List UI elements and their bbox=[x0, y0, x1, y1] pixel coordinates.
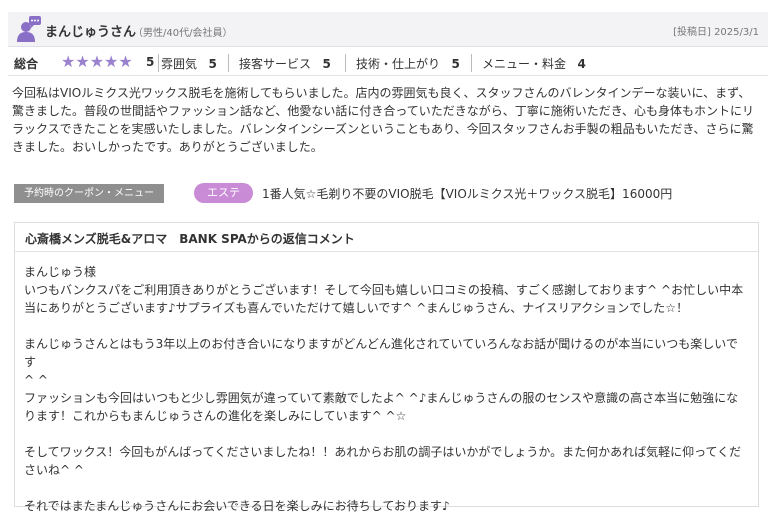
overall-rating-value: 5 bbox=[146, 55, 155, 69]
reply-body: まんじゅう様 いつもバンクスパをご利用頂きありがとうございます！そして今回も嬉し… bbox=[24, 263, 744, 515]
ratings-row: 総合 ★★★★★ 5 雰囲気 5 接客サービス 5 技術・仕上がり 5 メニュー… bbox=[8, 51, 768, 76]
divider bbox=[158, 54, 159, 72]
divider bbox=[345, 54, 346, 72]
user-avatar-icon bbox=[17, 16, 41, 42]
divider bbox=[471, 54, 472, 72]
category-tag: エステ bbox=[194, 183, 253, 203]
reply-line: まんじゅうさんとはもう3年以上のお付き合いになりますがどんどん進化されていていろ… bbox=[24, 337, 738, 369]
reply-line: いつもバンクスパをご利用頂きありがとうございます！そして今回も嬉しい口コミの投稿… bbox=[24, 283, 744, 297]
divider bbox=[15, 251, 758, 252]
coupon-section-label: 予約時のクーポン・メニュー bbox=[14, 184, 164, 203]
reply-line: 当にありがとうございます♪サプライズも喜んでいただけて嬉しいです^ ^まんじゅう… bbox=[24, 301, 689, 315]
reviewer-name: まんじゅうさん bbox=[45, 25, 137, 40]
reply-line: さいね^ ^ bbox=[24, 463, 84, 477]
reply-line: まんじゅう様 bbox=[24, 265, 97, 279]
posted-date: [投稿日] 2025/3/1 bbox=[673, 27, 759, 38]
reply-title: 心斎橋メンズ脱毛&アロマ BANK SPAからの返信コメント bbox=[25, 232, 355, 246]
review-card: まんじゅうさん （男性/40代/会社員） [投稿日] 2025/3/1 総合 ★… bbox=[0, 0, 777, 513]
coupon-menu-text: 1番人気☆毛剃り不要のVIO脱毛【VIOルミクス光＋ワックス脱毛】16000円 bbox=[262, 187, 673, 201]
rating-technique: 技術・仕上がり 5 bbox=[356, 57, 460, 71]
review-header: まんじゅうさん （男性/40代/会社員） [投稿日] 2025/3/1 bbox=[8, 12, 768, 47]
review-line: きました。おいしかったです。ありがとうございました。 bbox=[12, 140, 323, 154]
review-line: ラックスできたことを実感いたしました。バレンタインシーズンということもあり、今回… bbox=[12, 122, 754, 136]
review-line: 驚きました。普段の世間話やファッション話など、他愛ない話に付き合っていただきなが… bbox=[12, 104, 754, 118]
review-body: 今回私はVIOルミクス光ワックス脱毛を施術してもらいました。店内の雰囲気も良く、… bbox=[12, 84, 764, 156]
reply-line: ファッションも今回はいつもと少し雰囲気が違っていて素敵でしたよ^ ^♪まんじゅう… bbox=[24, 391, 739, 405]
rating-service: 接客サービス 5 bbox=[239, 57, 331, 71]
reply-line: そしてワックス！今回もがんばってくださいましたね！！あれからお肌の調子はいかがで… bbox=[24, 445, 742, 459]
salon-reply: 心斎橋メンズ脱毛&アロマ BANK SPAからの返信コメント まんじゅう様 いつ… bbox=[14, 222, 759, 513]
rating-atmosphere: 雰囲気 5 bbox=[161, 57, 217, 71]
rating-menu-price: メニュー・料金 4 bbox=[482, 57, 586, 71]
reply-line: ^ ^ bbox=[24, 373, 48, 387]
review-line: 今回私はVIOルミクス光ワックス脱毛を施術してもらいました。店内の雰囲気も良く、… bbox=[12, 86, 751, 100]
reviewer-attributes: （男性/40代/会社員） bbox=[133, 28, 233, 39]
overall-rating-label: 総合 bbox=[14, 57, 39, 71]
divider bbox=[228, 54, 229, 72]
overall-stars-icon: ★★★★★ bbox=[61, 52, 133, 71]
reply-line: ります！これからもまんじゅうさんの進化を楽しみにしています^ ^☆ bbox=[24, 409, 407, 423]
reply-line: それではまたまんじゅうさんにお会いできる日を楽しみにお待ちしております♪ bbox=[24, 499, 450, 513]
